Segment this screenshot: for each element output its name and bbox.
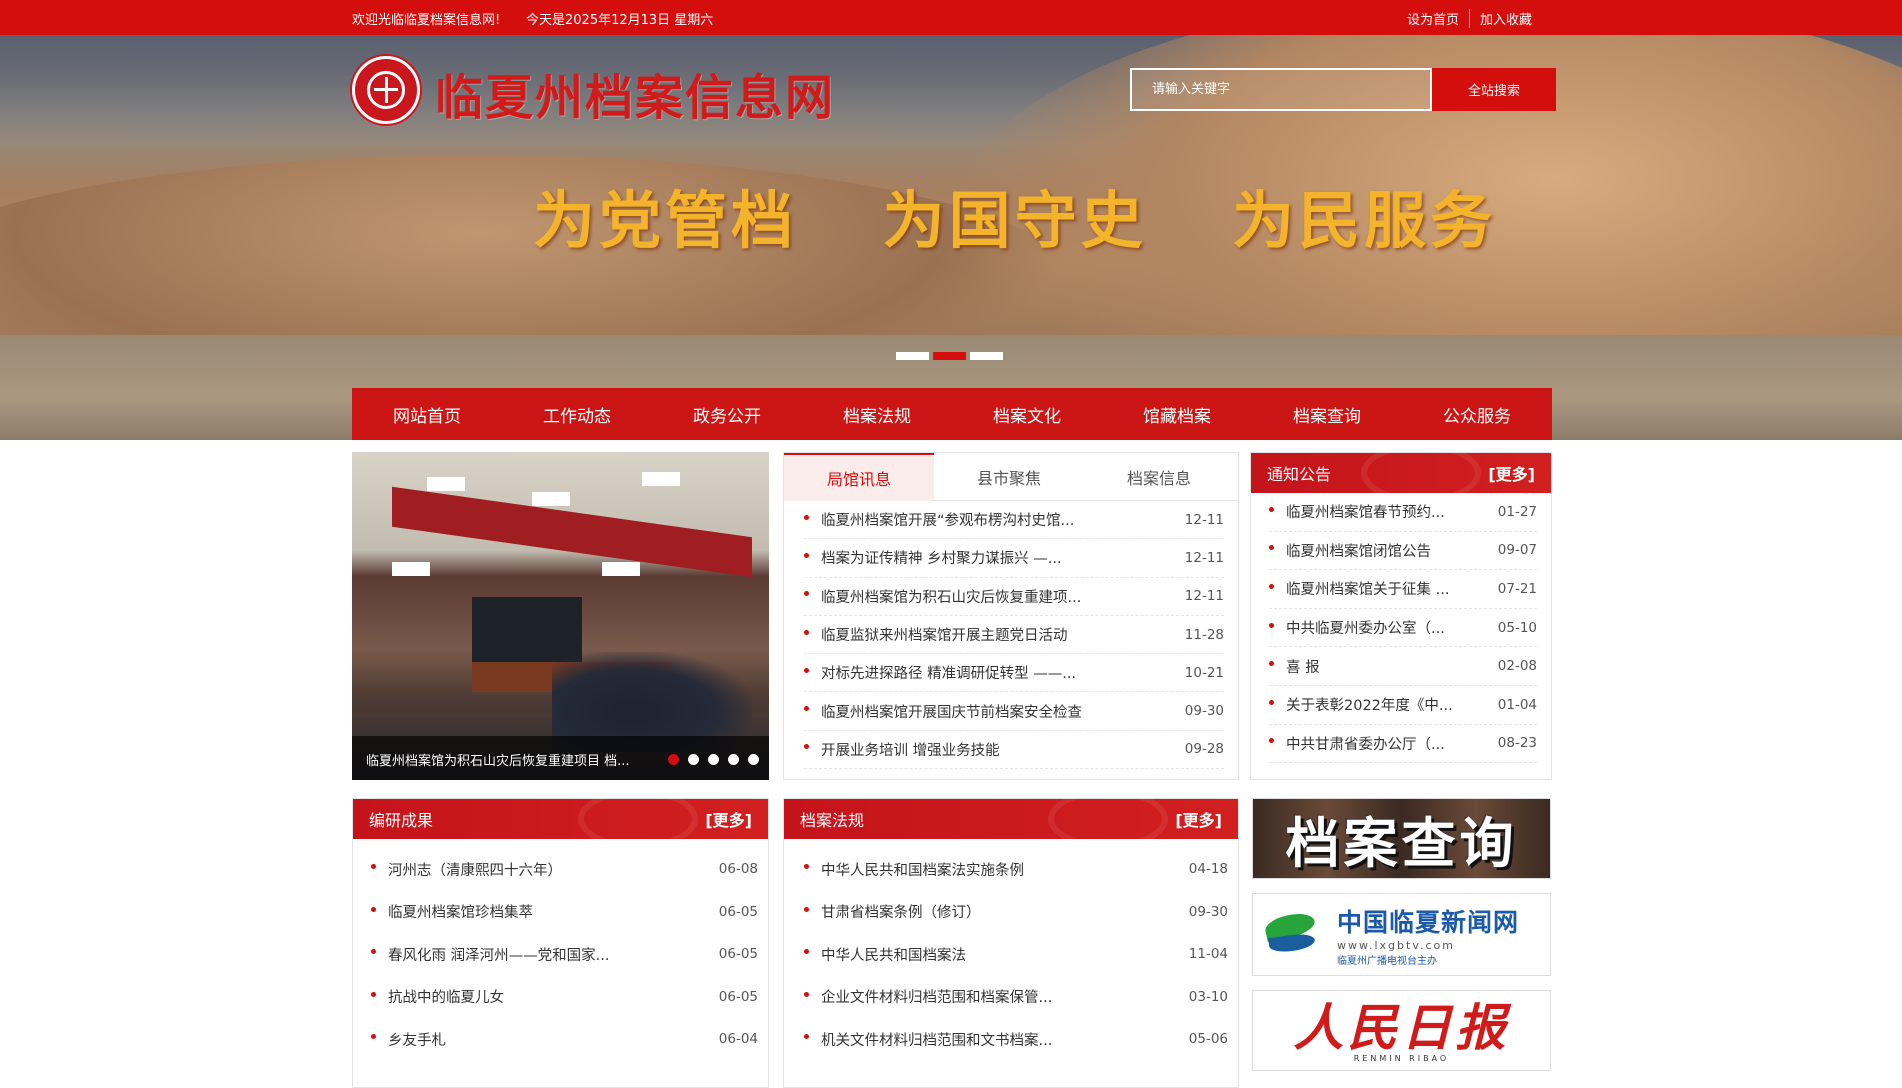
list-item[interactable]: 中华人民共和国档案法实施条例 04-18	[804, 848, 1228, 891]
nav-item-work-news[interactable]: 工作动态	[502, 388, 652, 440]
archive-query-banner[interactable]: 档案查询	[1252, 798, 1551, 879]
notice-more-link[interactable]: [更多]	[1488, 461, 1535, 485]
regulations-list: 中华人民共和国档案法实施条例 04-18 甘肃省档案条例（修订） 09-30 中华人…	[784, 839, 1238, 1061]
main-nav: 网站首页 工作动态 政务公开 档案法规 档案文化 馆藏档案 档案查询 公众服务	[352, 388, 1552, 440]
slide-dot[interactable]	[728, 754, 739, 765]
list-item[interactable]: 临夏州档案馆为积石山灾后恢复重建项... 12-11	[804, 578, 1224, 616]
peoples-daily-title: 人民日报	[1293, 998, 1510, 1057]
linxia-news-url: www.lxgbtv.com	[1337, 938, 1455, 952]
site-title[interactable]: 临夏州档案信息网	[435, 58, 835, 128]
slide-dot-active[interactable]	[668, 754, 679, 765]
list-item[interactable]: 临夏监狱来州档案馆开展主题党日活动 11-28	[804, 616, 1224, 655]
archive-query-text: 档案查询	[1285, 812, 1518, 875]
list-item[interactable]: 抗战中的临夏儿女 06-05	[371, 976, 758, 1019]
notice-list: 临夏州档案馆春节预约... 01-27 临夏州档案馆闭馆公告 09-07 临夏州档案…	[1251, 493, 1551, 764]
tab-county-focus[interactable]: 县市聚焦	[934, 453, 1084, 501]
list-item[interactable]: 中共临夏州委办公室（... 05-10	[1269, 609, 1537, 648]
research-more-link[interactable]: [更多]	[705, 807, 752, 831]
research-title: 编研成果	[369, 811, 434, 830]
slideshow-pager	[668, 754, 759, 765]
list-item[interactable]: 乡友手札 06-04	[371, 1018, 758, 1061]
date-text: 今天是2025年12月13日 星期六	[526, 13, 714, 28]
nav-item-query[interactable]: 档案查询	[1252, 388, 1402, 440]
list-item[interactable]: 河州志（清康熙四十六年） 06-08	[371, 848, 758, 891]
notice-panel: 通知公告 [更多] 临夏州档案馆春节预约... 01-27 临夏州档案馆闭馆公告 0…	[1250, 452, 1552, 780]
slide-dot[interactable]	[748, 754, 759, 765]
welcome-text: 欢迎光临临夏档案信息网!	[352, 13, 501, 28]
tab-archive-info[interactable]: 档案信息	[1084, 453, 1234, 501]
list-item[interactable]: 开展业务培训 增强业务技能 09-28	[804, 731, 1224, 770]
news-tabs-panel: 局馆讯息 县市聚焦 档案信息 临夏州档案馆开展“参观布楞沟村史馆... 12-11…	[783, 452, 1239, 780]
list-item[interactable]: 喜 报 02-08	[1269, 647, 1537, 686]
regulations-header: 档案法规 [更多]	[784, 799, 1238, 839]
list-item[interactable]: 机关文件材料归档范围和文书档案... 05-06	[804, 1018, 1228, 1061]
banner-slogan: 为党管档 为国守史 为民服务	[533, 184, 1497, 257]
research-panel: 编研成果 [更多] 河州志（清康熙四十六年） 06-08 临夏州档案馆珍档集萃 06…	[352, 798, 769, 1088]
list-item[interactable]: 中华人民共和国档案法 11-04	[804, 933, 1228, 976]
search-input[interactable]	[1132, 70, 1430, 109]
archives-seal-icon[interactable]	[352, 56, 420, 124]
regulations-panel: 档案法规 [更多] 中华人民共和国档案法实施条例 04-18 甘肃省档案条例（修订…	[783, 798, 1239, 1088]
nav-item-home[interactable]: 网站首页	[352, 388, 502, 440]
peoples-daily-pinyin: RENMIN RIBAO	[1353, 1054, 1450, 1063]
banner-dot[interactable]	[970, 352, 1003, 360]
search-button[interactable]: 全站搜索	[1432, 68, 1556, 111]
list-item[interactable]: 临夏州档案馆开展“参观布楞沟村史馆... 12-11	[804, 501, 1224, 540]
linxia-news-banner[interactable]: 中国临夏新闻网 www.lxgbtv.com 临夏州广播电视台主办	[1252, 893, 1551, 976]
peoples-daily-banner[interactable]: 人民日报 RENMIN RIBAO	[1252, 990, 1551, 1071]
list-item[interactable]: 临夏州档案馆闭馆公告 09-07	[1269, 532, 1537, 571]
linxia-news-sub: 临夏州广播电视台主办	[1337, 955, 1437, 967]
nav-item-collections[interactable]: 馆藏档案	[1102, 388, 1252, 440]
tab-bureau-news[interactable]: 局馆讯息	[784, 453, 934, 501]
notice-header: 通知公告 [更多]	[1251, 453, 1551, 493]
nav-item-gov-affairs[interactable]: 政务公开	[652, 388, 802, 440]
top-bar: 欢迎光临临夏档案信息网! 今天是2025年12月13日 星期六 设为首页 加入收…	[0, 0, 1902, 35]
list-item[interactable]: 关于表彰2022年度《中... 01-04	[1269, 686, 1537, 725]
nav-item-regulations[interactable]: 档案法规	[802, 388, 952, 440]
list-item[interactable]: 档案为证传精神 乡村聚力谋振兴 —... 12-11	[804, 539, 1224, 578]
banner-dot-active[interactable]	[933, 352, 966, 360]
banner-pager	[896, 352, 1003, 360]
list-item[interactable]: 临夏州档案馆珍档集萃 06-05	[371, 891, 758, 934]
notice-title: 通知公告	[1267, 465, 1332, 484]
leaf-logo-icon	[1263, 909, 1319, 955]
list-item[interactable]: 临夏州档案馆春节预约... 01-27	[1269, 493, 1537, 532]
regulations-title: 档案法规	[800, 811, 865, 830]
list-item[interactable]: 对标先进探路径 精准调研促转型 ——... 10-21	[804, 654, 1224, 693]
set-home-link[interactable]: 设为首页	[1397, 9, 1469, 28]
add-favorite-link[interactable]: 加入收藏	[1468, 9, 1542, 28]
list-item[interactable]: 春风化雨 润泽河州——党和国家... 06-05	[371, 933, 758, 976]
slide-dot[interactable]	[708, 754, 719, 765]
list-item[interactable]: 临夏州档案馆开展国庆节前档案安全检查 09-30	[804, 692, 1224, 731]
news-list: 临夏州档案馆开展“参观布楞沟村史馆... 12-11 档案为证传精神 乡村聚力谋振…	[784, 501, 1238, 770]
list-item[interactable]: 临夏州档案馆关于征集 ... 07-21	[1269, 570, 1537, 609]
list-item[interactable]: 甘肃省档案条例（修订） 09-30	[804, 891, 1228, 934]
nav-item-public-service[interactable]: 公众服务	[1402, 388, 1552, 440]
regulations-more-link[interactable]: [更多]	[1175, 807, 1222, 831]
search-box	[1130, 68, 1432, 111]
banner-dot[interactable]	[896, 352, 929, 360]
news-slideshow[interactable]: 临夏州档案馆为积石山灾后恢复重建项目 档...	[352, 452, 769, 780]
research-list: 河州志（清康熙四十六年） 06-08 临夏州档案馆珍档集萃 06-05 春风化雨 润…	[353, 839, 768, 1061]
list-item[interactable]: 中共甘肃省委办公厅（... 08-23	[1269, 725, 1537, 764]
top-links: 设为首页 加入收藏	[1397, 9, 1542, 28]
linxia-news-title: 中国临夏新闻网	[1337, 907, 1520, 937]
news-tabs: 局馆讯息 县市聚焦 档案信息	[784, 453, 1238, 501]
list-item[interactable]: 企业文件材料归档范围和档案保管... 03-10	[804, 976, 1228, 1019]
nav-item-culture[interactable]: 档案文化	[952, 388, 1102, 440]
research-header: 编研成果 [更多]	[353, 799, 768, 839]
slide-dot[interactable]	[688, 754, 699, 765]
